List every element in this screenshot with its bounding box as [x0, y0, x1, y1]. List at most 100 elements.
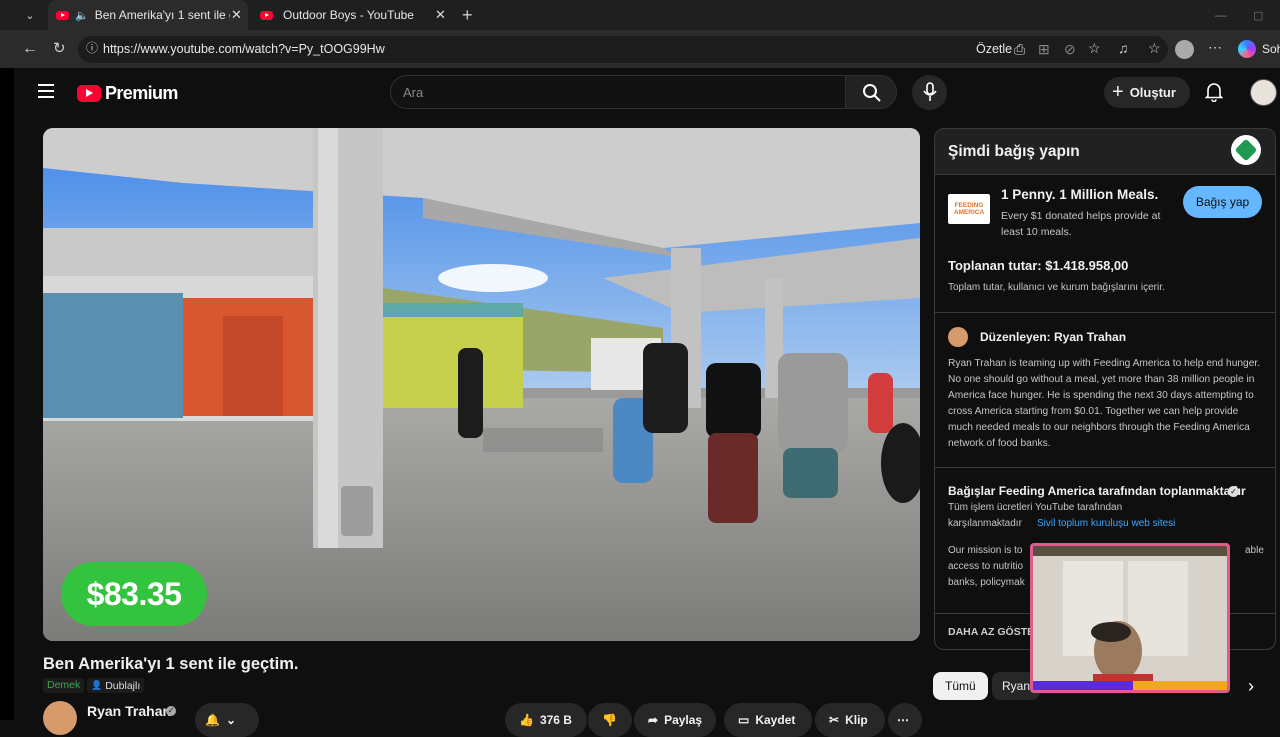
- like-count: 376 B: [539, 713, 572, 727]
- share-arrow-icon: ➦: [648, 713, 659, 727]
- dubbed-badge[interactable]: 👤 Dublajlı: [87, 678, 145, 693]
- verified-check-icon: ✓: [1228, 486, 1239, 497]
- reload-icon[interactable]: ↻: [53, 41, 66, 56]
- collector-title: Bağışlar Feeding America tarafından topl…: [948, 484, 1246, 498]
- search-placeholder: Ara: [403, 85, 424, 100]
- webcam-image: [1033, 546, 1227, 690]
- divider: [935, 174, 1275, 175]
- thumb-up-icon: 👍: [519, 713, 534, 727]
- channel-name[interactable]: Ryan Trahan: [87, 703, 171, 719]
- favorite-star-icon[interactable]: ☆: [1088, 41, 1101, 55]
- share-label: Paylaş: [664, 713, 703, 727]
- hamburger-menu-icon[interactable]: [38, 84, 54, 98]
- search-button[interactable]: [845, 75, 897, 109]
- dubbed-label: Dublajlı: [105, 679, 141, 692]
- organizer-avatar: [948, 327, 968, 347]
- account-avatar[interactable]: [1250, 79, 1277, 106]
- video-title: Ben Amerika'yı 1 sent ile geçtim.: [43, 655, 299, 673]
- close-icon[interactable]: ✕: [435, 7, 446, 23]
- extension-music-icon[interactable]: ♫: [1118, 41, 1129, 55]
- more-menu-icon[interactable]: ⋯: [1208, 40, 1222, 54]
- tab-title: Ben Amerika'yı 1 sent ile geçti: [94, 8, 230, 22]
- divider: [935, 467, 1275, 468]
- thumb-down-icon: 👎: [602, 713, 617, 727]
- verified-check-icon: ✓: [166, 706, 176, 716]
- profile-avatar[interactable]: [1175, 40, 1194, 59]
- chips-next-chevron-icon[interactable]: ›: [1248, 676, 1254, 697]
- tab-title: Outdoor Boys - YouTube: [283, 8, 414, 22]
- save-playlist-icon: ▭: [738, 713, 750, 727]
- address-bar[interactable]: ⓘ https://www.youtube.com/watch?v=Py_tOO…: [78, 36, 1168, 63]
- donate-button[interactable]: Bağış yap: [1183, 186, 1262, 218]
- create-button[interactable]: + Oluştur: [1104, 77, 1190, 108]
- plus-icon: +: [1112, 81, 1124, 103]
- more-actions-button[interactable]: ⋯: [888, 703, 922, 737]
- minimize-icon[interactable]: —: [1215, 0, 1227, 30]
- feeding-america-logo: FEEDING AMERICA: [948, 194, 990, 224]
- webcam-overlay: [1030, 543, 1230, 693]
- tab-video[interactable]: 🔈 Ben Amerika'yı 1 sent ile geçti ✕: [48, 0, 248, 30]
- maximize-icon[interactable]: ▢: [1253, 0, 1263, 30]
- summarize-icon[interactable]: ⎙: [1014, 42, 1025, 56]
- scissors-icon: ✂: [829, 713, 840, 727]
- tab-list-chevron-icon[interactable]: ⌄: [18, 0, 42, 30]
- chevron-down-icon: ⌄: [225, 713, 237, 727]
- copilot-icon[interactable]: [1238, 40, 1256, 58]
- show-less-button[interactable]: DAHA AZ GÖSTE: [948, 626, 1034, 638]
- tab-outdoor-boys[interactable]: Outdoor Boys - YouTube ✕: [252, 0, 452, 30]
- campaign-title: 1 Penny. 1 Million Meals.: [1001, 187, 1159, 202]
- amount-overlay-badge: $83.35: [61, 562, 207, 626]
- create-label: Oluştur: [1129, 85, 1176, 100]
- donation-heart-icon: [1231, 135, 1261, 165]
- mission-line-3: banks, policymak: [948, 577, 1025, 588]
- notifications-bell-icon[interactable]: [1205, 82, 1223, 102]
- summarize-button[interactable]: Özetle: [976, 42, 1012, 56]
- channel-avatar[interactable]: [43, 701, 77, 735]
- donation-panel-header: Şimdi bağış yapın: [935, 129, 1275, 174]
- person-icon: 👤: [91, 680, 103, 690]
- voice-search-button[interactable]: [912, 75, 947, 110]
- mission-line-1: Our mission is to: [948, 545, 1023, 556]
- save-button[interactable]: ▭ Kaydet: [724, 703, 812, 737]
- tag-demek[interactable]: Demek: [43, 678, 85, 693]
- favorites-icon[interactable]: ☆: [1148, 41, 1161, 55]
- back-arrow-icon[interactable]: ←: [22, 41, 38, 57]
- url-text: https://www.youtube.com/watch?v=Py_tOOG9…: [103, 42, 385, 56]
- browser-toolbar: ← ↻ ⓘ https://www.youtube.com/watch?v=Py…: [0, 30, 1280, 68]
- microphone-icon: [923, 82, 937, 101]
- search-input[interactable]: Ara: [390, 75, 846, 109]
- mission-line-1-end: able: [1245, 545, 1264, 556]
- campaign-description: Every $1 donated helps provide at least …: [1001, 210, 1161, 238]
- share-button[interactable]: ➦ Paylaş: [634, 703, 716, 737]
- org-logo-text: FEEDING AMERICA: [953, 202, 985, 216]
- logo-text: Premium: [105, 82, 178, 103]
- youtube-favicon-icon: [260, 10, 273, 20]
- clip-label: Klip: [845, 713, 868, 727]
- app-grid-icon[interactable]: ⊞: [1038, 42, 1050, 56]
- raised-note: Toplam tutar, kullanıcı ve kurum bağışla…: [948, 282, 1165, 293]
- divider: [935, 312, 1275, 313]
- search-icon: [863, 84, 881, 102]
- dislike-button[interactable]: 👎: [588, 703, 632, 737]
- site-info-icon[interactable]: ⓘ: [86, 42, 98, 54]
- organizer-description: Ryan Trahan is teaming up with Feeding A…: [948, 358, 1261, 449]
- close-icon[interactable]: ✕: [231, 7, 242, 23]
- subscribe-bell-button[interactable]: 🔔 ⌄: [195, 703, 259, 737]
- tracking-prevention-icon[interactable]: ⊘: [1064, 42, 1076, 56]
- more-horizontal-icon: ⋯: [897, 713, 909, 727]
- mission-line-2: access to nutritio: [948, 561, 1024, 572]
- chip-all[interactable]: Tümü: [933, 672, 988, 700]
- youtube-premium-logo[interactable]: Premium: [77, 83, 178, 103]
- speaker-icon[interactable]: 🔈: [75, 9, 89, 22]
- clip-button[interactable]: ✂ Klip: [815, 703, 885, 737]
- youtube-favicon-icon: [56, 10, 69, 20]
- ngo-website-link[interactable]: Sivil toplum kuruluşu web sitesi: [1037, 516, 1175, 532]
- copilot-label[interactable]: Soh: [1262, 42, 1280, 56]
- panel-title: Şimdi bağış yapın: [948, 143, 1080, 160]
- new-tab-plus-icon[interactable]: +: [462, 0, 473, 30]
- organizer-label: Düzenleyen: Ryan Trahan: [980, 330, 1127, 344]
- browser-tab-strip: ⌄ 🔈 Ben Amerika'yı 1 sent ile geçti ✕ Ou…: [0, 0, 1280, 30]
- raised-amount: Toplanan tutar: $1.418.958,00: [948, 258, 1129, 273]
- save-label: Kaydet: [755, 713, 796, 727]
- like-button[interactable]: 👍 376 B: [505, 703, 587, 737]
